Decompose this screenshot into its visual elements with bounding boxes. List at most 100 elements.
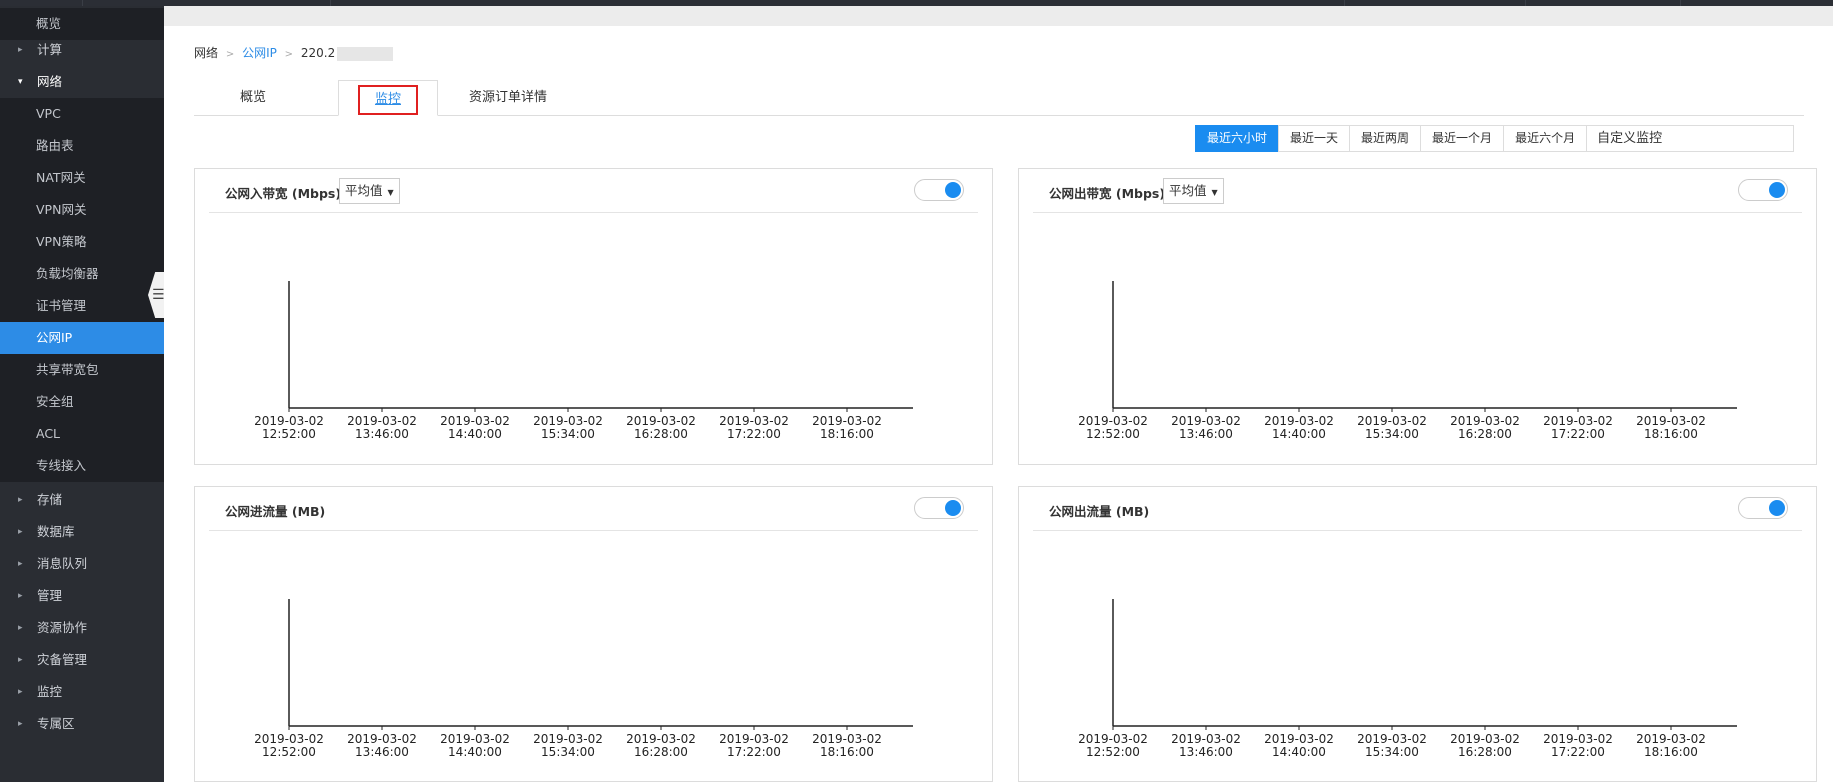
sidebar-item-15[interactable]: ▸ 存储 (0, 484, 164, 516)
chart-toggle-switch[interactable] (1738, 179, 1788, 201)
sidebar-item-12[interactable]: 安全组 (0, 386, 164, 418)
x-tick-label-time: 13:46:00 (1179, 427, 1233, 441)
sidebar-item-1[interactable]: ▸ 计算 (0, 34, 164, 66)
sidebar-item-17[interactable]: ▸ 消息队列 (0, 548, 164, 580)
sidebar-item-3[interactable]: VPC (0, 98, 164, 130)
sidebar-item-20[interactable]: ▸ 灾备管理 (0, 644, 164, 676)
chart-toggle-switch[interactable] (914, 497, 964, 519)
x-tick-label-time: 14:40:00 (448, 427, 502, 441)
x-tick-label-date: 2019-03-02 (254, 732, 324, 746)
custom-monitor-field[interactable]: 自定义监控 (1586, 125, 1795, 152)
sidebar-item-5[interactable]: NAT网关 (0, 162, 164, 194)
collapse-icon: ☰ (152, 287, 165, 303)
sidebar-item-7[interactable]: VPN策略 (0, 226, 164, 258)
caret-right-icon: ▸ (18, 655, 23, 665)
x-tick-label-date: 2019-03-02 (347, 732, 417, 746)
stat-type-select[interactable]: 平均值 ▼ (339, 178, 400, 204)
x-tick-label-time: 12:52:00 (1086, 427, 1140, 441)
sidebar-item-label: 消息队列 (37, 556, 88, 571)
x-tick-label-time: 14:40:00 (448, 745, 502, 759)
sidebar-item-label: 存储 (37, 492, 63, 507)
breadcrumb-network[interactable]: 网络 (194, 46, 218, 60)
sidebar-item-label: 管理 (37, 588, 63, 603)
sidebar-item-16[interactable]: ▸ 数据库 (0, 516, 164, 548)
x-tick-label-date: 2019-03-02 (1636, 414, 1706, 428)
sidebar-item-22[interactable]: ▸ 专属区 (0, 708, 164, 740)
caret-right-icon: ▸ (18, 719, 23, 729)
breadcrumb: 网络 > 公网IP > 220.2 (194, 44, 394, 61)
panel-header: 公网出带宽 (Mbps) 平均值 ▼ (1033, 169, 1802, 213)
time-range-button[interactable]: 最近一天 (1278, 125, 1351, 152)
sidebar-item-label: VPN网关 (36, 202, 87, 217)
x-tick-label-time: 13:46:00 (355, 427, 409, 441)
toggle-knob (945, 500, 961, 516)
monitor-panel: 公网进流量 (MB) 2019-03-02 12:52:00 2019-03-02 13… (194, 486, 993, 782)
sidebar-item-6[interactable]: VPN网关 (0, 194, 164, 226)
sidebar-item-8[interactable]: 负载均衡器 (0, 258, 164, 290)
x-tick-label-time: 16:28:00 (1458, 745, 1512, 759)
sidebar-item-label: 公网IP (36, 330, 73, 345)
sidebar-item-2[interactable]: ▾ 网络 (0, 66, 164, 98)
x-tick-label-date: 2019-03-02 (1264, 414, 1334, 428)
sidebar-item-13[interactable]: ACL (0, 418, 164, 450)
breadcrumb-public-ip[interactable]: 公网IP (242, 46, 277, 60)
monitor-panel: 公网入带宽 (Mbps) 平均值 ▼ 2019-03-02 12:52:00 2019-0… (194, 168, 993, 465)
sidebar-item-label: 资源协作 (37, 620, 88, 635)
sidebar-item-9[interactable]: 证书管理 (0, 290, 164, 322)
breadcrumb-separator: > (284, 49, 294, 60)
sidebar-item-18[interactable]: ▸ 管理 (0, 580, 164, 612)
panel-title: 公网出带宽 (Mbps) (1049, 186, 1166, 201)
chart-toggle-switch[interactable] (914, 179, 964, 201)
x-tick-label-date: 2019-03-02 (440, 732, 510, 746)
time-range-button[interactable]: 最近一个月 (1420, 125, 1505, 152)
x-tick-label-time: 15:34:00 (1365, 427, 1419, 441)
top-bar-divider (330, 0, 331, 6)
monitor-panel: 公网出带宽 (Mbps) 平均值 ▼ 2019-03-02 12:52:00 2019-0… (1018, 168, 1817, 465)
breadcrumb-separator: > (225, 49, 235, 60)
sidebar-item-14[interactable]: 专线接入 (0, 450, 164, 482)
top-bar-divider (1680, 0, 1681, 6)
x-tick-label-date: 2019-03-02 (626, 414, 696, 428)
x-tick-label-time: 17:22:00 (1551, 745, 1605, 759)
x-tick-label-time: 12:52:00 (262, 427, 316, 441)
x-tick-label-time: 17:22:00 (727, 427, 781, 441)
stat-type-value: 平均值 (1169, 183, 1207, 198)
chart-toggle-switch[interactable] (1738, 497, 1788, 519)
x-tick-label-date: 2019-03-02 (812, 732, 882, 746)
dropdown-arrow-icon: ▼ (1211, 188, 1218, 197)
x-tick-label-date: 2019-03-02 (254, 414, 324, 428)
toggle-knob (1769, 500, 1785, 516)
panel-title: 公网出流量 (MB) (1049, 504, 1150, 519)
line-chart: 2019-03-02 12:52:00 2019-03-02 13:46:00 2019… (1078, 281, 1737, 441)
x-tick-label-date: 2019-03-02 (719, 732, 789, 746)
sidebar-item-4[interactable]: 路由表 (0, 130, 164, 162)
panel-title: 公网入带宽 (Mbps) (225, 186, 342, 201)
sidebar-item-21[interactable]: ▸ 监控 (0, 676, 164, 708)
tab-overview[interactable]: 概览 (194, 80, 312, 116)
main-panel: 网络 > 公网IP > 220.2 概览 监控 资源订单详情 最近六小时 最近一天… (164, 26, 1833, 782)
sidebar-item-11[interactable]: 共享带宽包 (0, 354, 164, 386)
caret-right-icon: ▸ (18, 623, 23, 633)
line-chart: 2019-03-0212:52:002019-03-0213:46:002019… (254, 599, 913, 759)
time-range-button[interactable]: 最近六小时 (1195, 125, 1280, 152)
sidebar-item-label: 证书管理 (36, 298, 87, 313)
x-tick-label-time: 15:34:00 (541, 427, 595, 441)
stat-type-select[interactable]: 平均值 ▼ (1163, 178, 1224, 204)
sidebar-item-label: VPN策略 (36, 234, 87, 249)
sidebar-item-label: 负载均衡器 (36, 266, 99, 281)
panel-header: 公网入带宽 (Mbps) 平均值 ▼ (209, 169, 978, 213)
sidebar-item-19[interactable]: ▸ 资源协作 (0, 612, 164, 644)
sidebar-item-label: 监控 (37, 684, 63, 699)
sidebar-item-10[interactable]: 公网IP (0, 322, 164, 354)
line-chart: 2019-03-0212:52:002019-03-0213:46:002019… (254, 281, 913, 441)
x-tick-label-date: 2019-03-02 (440, 414, 510, 428)
tab-monitoring[interactable]: 监控 (338, 80, 438, 116)
time-range-button[interactable]: 最近两周 (1349, 125, 1422, 152)
sidebar-item-label: 数据库 (37, 524, 75, 539)
tab-resource-order-details[interactable]: 资源订单详情 (438, 80, 578, 116)
x-tick-label-time: 17:22:00 (1551, 427, 1605, 441)
x-tick-label-time: 15:34:00 (541, 745, 595, 759)
time-range-button[interactable]: 最近六个月 (1503, 125, 1588, 152)
line-chart: 2019-03-0212:52:002019-03-0213:46:002019… (1078, 599, 1737, 759)
x-tick-label-date: 2019-03-02 (1543, 414, 1613, 428)
